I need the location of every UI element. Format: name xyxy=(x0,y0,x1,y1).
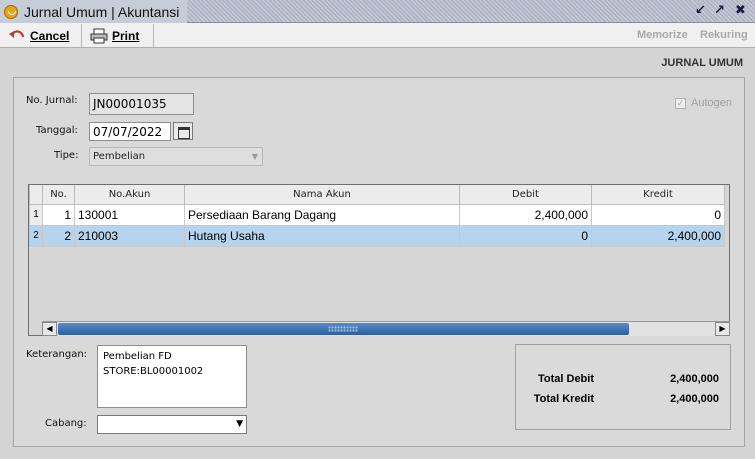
total-debit-label: Total Debit xyxy=(537,373,594,385)
cell-kredit[interactable]: 0 xyxy=(591,203,725,226)
cell-no[interactable]: 1 xyxy=(42,203,75,226)
chevron-down-icon: ▼ xyxy=(251,152,258,161)
cell-debit[interactable]: 2,400,000 xyxy=(459,203,592,226)
cell-nama-akun[interactable]: Hutang Usaha xyxy=(184,224,460,247)
print-label: Print xyxy=(112,28,140,43)
cell-kredit[interactable]: 2,400,000 xyxy=(591,224,725,247)
maximize-icon[interactable]: ↗ xyxy=(711,2,728,19)
col-header-nama-akun[interactable]: Nama Akun xyxy=(184,185,460,205)
title-wrap: Jurnal Umum | Akuntansi xyxy=(0,0,188,23)
toolbar: Cancel Print Memorize Rekuring xyxy=(0,23,755,48)
chevron-down-icon: ▼ xyxy=(236,419,243,429)
cabang-label: Cabang: xyxy=(45,418,87,429)
no-jurnal-label: No. Jurnal: xyxy=(26,95,78,106)
table-row[interactable]: 2 2 210003 Hutang Usaha 0 2,400,000 xyxy=(29,224,725,247)
tanggal-field[interactable]: 07/07/2022 xyxy=(89,122,171,141)
title-bar: Jurnal Umum | Akuntansi ↙ ↗ ✖ xyxy=(0,0,755,23)
print-button[interactable]: Print xyxy=(84,24,154,47)
cancel-button[interactable]: Cancel xyxy=(2,24,82,47)
journal-grid: No. No.Akun Nama Akun Debit Kredit 1 1 1… xyxy=(28,184,730,336)
keterangan-textarea[interactable]: Pembelian FD STORE:BL00001002 xyxy=(97,345,247,408)
scroll-right-icon[interactable]: ▶ xyxy=(715,322,730,336)
scroll-left-icon[interactable]: ◀ xyxy=(42,322,57,336)
cell-no-akun[interactable]: 130001 xyxy=(74,203,185,226)
printer-icon xyxy=(90,28,108,43)
keterangan-line: Pembelian FD xyxy=(103,351,172,362)
cell-no[interactable]: 2 xyxy=(42,224,75,247)
cell-debit[interactable]: 0 xyxy=(459,224,592,247)
cancel-label: Cancel xyxy=(30,28,70,43)
autogen-label: Autogen xyxy=(691,97,732,109)
total-kredit-label: Total Kredit xyxy=(533,393,594,405)
cabang-select[interactable]: ▼ xyxy=(97,415,247,434)
memorize-button[interactable]: Memorize xyxy=(637,29,688,41)
scroll-thumb[interactable] xyxy=(58,323,629,335)
section-header: JURNAL UMUM xyxy=(661,57,743,69)
undo-icon xyxy=(9,29,25,38)
horizontal-scrollbar[interactable]: ◀ ▶ xyxy=(42,321,730,336)
checkbox-icon: ✓ xyxy=(675,97,687,109)
close-icon[interactable]: ✖ xyxy=(732,2,749,19)
col-header-no-akun[interactable]: No.Akun xyxy=(74,185,185,205)
row-header-corner xyxy=(29,185,43,205)
col-header-debit[interactable]: Debit xyxy=(459,185,592,205)
window-title: Jurnal Umum | Akuntansi xyxy=(24,3,180,20)
total-debit-value: 2,400,000 xyxy=(670,373,719,385)
tanggal-label: Tanggal: xyxy=(36,125,78,136)
total-kredit-value: 2,400,000 xyxy=(670,393,719,405)
tipe-value: Pembelian xyxy=(93,151,146,162)
calendar-icon[interactable] xyxy=(173,122,193,140)
app-icon xyxy=(4,4,18,19)
rekuring-button[interactable]: Rekuring xyxy=(700,29,748,41)
tipe-label: Tipe: xyxy=(54,150,79,161)
col-header-kredit[interactable]: Kredit xyxy=(591,185,725,205)
tipe-select[interactable]: Pembelian ▼ xyxy=(89,147,263,166)
row-number: 1 xyxy=(29,203,43,226)
cell-no-akun[interactable]: 210003 xyxy=(74,224,185,247)
row-number: 2 xyxy=(29,224,43,247)
keterangan-label: Keterangan: xyxy=(26,349,88,360)
keterangan-line: STORE:BL00001002 xyxy=(103,366,204,377)
totals-panel: Total Debit 2,400,000 Total Kredit 2,400… xyxy=(515,344,731,430)
col-header-no[interactable]: No. xyxy=(42,185,75,205)
cell-nama-akun[interactable]: Persediaan Barang Dagang xyxy=(184,203,460,226)
table-row[interactable]: 1 1 130001 Persediaan Barang Dagang 2,40… xyxy=(29,203,725,226)
no-jurnal-field[interactable]: JN00001035 xyxy=(89,93,194,115)
autogen-checkbox[interactable]: ✓ Autogen xyxy=(675,97,732,109)
restore-icon[interactable]: ↙ xyxy=(692,2,709,19)
